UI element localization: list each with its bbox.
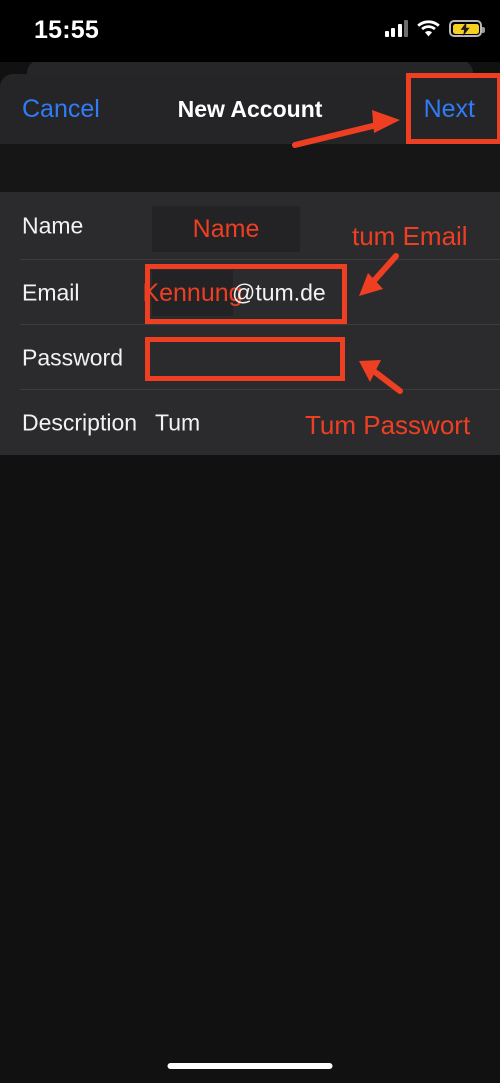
wifi-icon [417, 20, 440, 37]
cellular-bars-icon [384, 20, 408, 37]
email-field-value: @tum.de [232, 279, 326, 305]
status-bar: 15:55 [0, 0, 500, 62]
battery-charging-icon [449, 20, 485, 37]
email-field-label: Email [22, 279, 80, 305]
home-indicator [167, 1063, 333, 1069]
status-time: 15:55 [34, 16, 99, 44]
nav-gap-strip [0, 144, 500, 192]
table-row[interactable]: Email Kennung @tum.de [0, 260, 500, 325]
name-field-redaction: Name [152, 206, 300, 252]
description-field-label: Description [22, 409, 138, 435]
description-field-value: Tum [155, 409, 201, 435]
email-redaction-label: Kennung [142, 278, 243, 307]
email-field-redaction: Kennung [142, 270, 243, 316]
next-button[interactable]: Next [424, 95, 475, 124]
table-row[interactable]: Name Name [0, 192, 500, 260]
table-row[interactable]: Description Tum [0, 390, 500, 455]
name-field-label: Name [22, 212, 84, 239]
table-row[interactable]: Password [0, 325, 500, 390]
navigation-bar: Cancel New Account Next [0, 74, 500, 144]
status-bar-indicators [384, 20, 485, 37]
account-form: Name Name Email Kennung @tum.de Password… [0, 192, 500, 455]
name-redaction-label: Name [192, 214, 260, 243]
password-field-label: Password [22, 344, 123, 370]
iphone-screen: 15:55 Cancel New Account Next Name Name … [0, 0, 500, 1083]
